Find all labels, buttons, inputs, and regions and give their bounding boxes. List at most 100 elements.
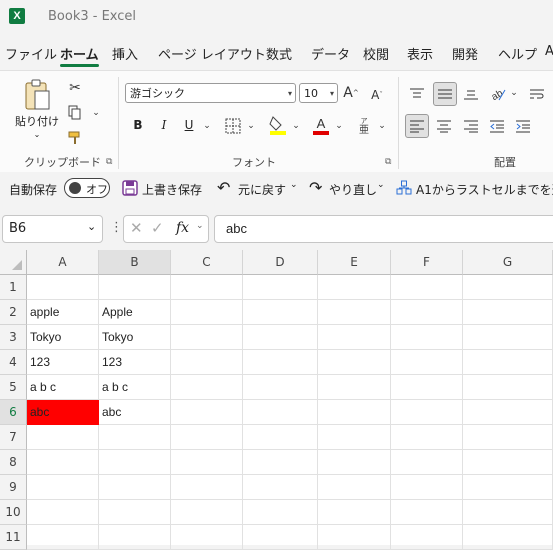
cell-a5[interactable]: a b c: [27, 375, 99, 400]
cell-c7[interactable]: [171, 425, 243, 450]
underline-button[interactable]: U: [181, 116, 197, 134]
formula-input[interactable]: abc: [214, 215, 553, 243]
chevron-down-icon[interactable]: ⌄: [290, 118, 302, 134]
name-box[interactable]: B6 ⌄: [2, 215, 103, 243]
tab-file[interactable]: ファイル: [5, 44, 57, 63]
insert-function-icon[interactable]: fx: [176, 220, 189, 236]
tab-insert[interactable]: 挿入: [112, 44, 138, 63]
cell-d8[interactable]: [243, 450, 318, 475]
align-center-icon[interactable]: [433, 115, 455, 137]
cell-b8[interactable]: [99, 450, 171, 475]
cell-d5[interactable]: [243, 375, 318, 400]
row-header-9[interactable]: 9: [0, 475, 27, 500]
column-header-b[interactable]: B: [99, 250, 171, 275]
cell-g10[interactable]: [463, 500, 553, 525]
cell-c2[interactable]: [171, 300, 243, 325]
cell-e9[interactable]: [318, 475, 391, 500]
cell-d6[interactable]: [243, 400, 318, 425]
cell-g3[interactable]: [463, 325, 553, 350]
decrease-font-size-icon[interactable]: Aˇ: [368, 85, 386, 105]
cell-b11[interactable]: [99, 525, 171, 550]
undo-button[interactable]: 元に戻す: [238, 181, 286, 198]
cell-d7[interactable]: [243, 425, 318, 450]
redo-icon[interactable]: ↷: [309, 179, 327, 197]
tab-developer[interactable]: 開発: [452, 44, 478, 63]
align-left-icon[interactable]: [405, 114, 429, 138]
tab-view[interactable]: 表示: [407, 44, 433, 63]
chevron-down-icon[interactable]: ⌄: [90, 104, 102, 122]
cell-e11[interactable]: [318, 525, 391, 550]
cell-c8[interactable]: [171, 450, 243, 475]
cell-c10[interactable]: [171, 500, 243, 525]
orientation-icon[interactable]: ab: [487, 83, 509, 105]
cell-f4[interactable]: [391, 350, 463, 375]
row-header-1[interactable]: 1: [0, 275, 27, 300]
cell-c4[interactable]: [171, 350, 243, 375]
cell-e5[interactable]: [318, 375, 391, 400]
enter-icon[interactable]: ✓: [151, 219, 164, 237]
cancel-icon[interactable]: ✕: [130, 219, 143, 237]
tab-data[interactable]: データ: [311, 44, 350, 63]
cell-f2[interactable]: [391, 300, 463, 325]
tab-home[interactable]: ホーム: [60, 44, 99, 67]
cell-a2[interactable]: apple: [27, 300, 99, 325]
tab-review[interactable]: 校閲: [363, 44, 389, 63]
cut-icon[interactable]: ✂: [66, 79, 84, 97]
cell-e2[interactable]: [318, 300, 391, 325]
row-header-6[interactable]: 6: [0, 400, 27, 425]
cell-a9[interactable]: [27, 475, 99, 500]
column-header-f[interactable]: F: [391, 250, 463, 275]
chevron-down-icon[interactable]: ⌄: [376, 118, 388, 134]
cell-d3[interactable]: [243, 325, 318, 350]
cell-c11[interactable]: [171, 525, 243, 550]
cell-f6[interactable]: [391, 400, 463, 425]
cell-g11[interactable]: [463, 525, 553, 550]
select-all-corner[interactable]: [0, 250, 27, 275]
cell-a6[interactable]: abc: [27, 400, 99, 425]
dialog-launcher-icon[interactable]: ⧉: [106, 157, 112, 167]
row-header-7[interactable]: 7: [0, 425, 27, 450]
cell-f5[interactable]: [391, 375, 463, 400]
bold-button[interactable]: B: [130, 116, 146, 134]
align-bottom-icon[interactable]: [460, 83, 482, 105]
decrease-indent-icon[interactable]: [486, 115, 508, 137]
row-header-2[interactable]: 2: [0, 300, 27, 325]
paste-button[interactable]: 貼り付け: [14, 113, 60, 129]
tab-more[interactable]: A: [545, 44, 553, 59]
column-header-e[interactable]: E: [318, 250, 391, 275]
chevron-down-icon[interactable]: ⌄: [508, 85, 520, 101]
align-top-icon[interactable]: [406, 83, 428, 105]
cell-b1[interactable]: [99, 275, 171, 300]
chevron-down-icon[interactable]: ⌄: [377, 180, 385, 190]
cell-g6[interactable]: [463, 400, 553, 425]
cell-f7[interactable]: [391, 425, 463, 450]
cell-g9[interactable]: [463, 475, 553, 500]
cell-c9[interactable]: [171, 475, 243, 500]
cell-a3[interactable]: Tokyo: [27, 325, 99, 350]
cell-g7[interactable]: [463, 425, 553, 450]
format-painter-icon[interactable]: [66, 129, 84, 147]
cell-b4[interactable]: 123: [99, 350, 171, 375]
cell-c1[interactable]: [171, 275, 243, 300]
cell-b6[interactable]: abc: [99, 400, 171, 425]
cell-d1[interactable]: [243, 275, 318, 300]
save-button[interactable]: 上書き保存: [142, 181, 202, 198]
cell-c5[interactable]: [171, 375, 243, 400]
cell-a8[interactable]: [27, 450, 99, 475]
chevron-down-icon[interactable]: ⌄: [290, 180, 298, 190]
cell-e3[interactable]: [318, 325, 391, 350]
dialog-launcher-icon[interactable]: ⧉: [385, 157, 391, 167]
cell-g4[interactable]: [463, 350, 553, 375]
cell-d10[interactable]: [243, 500, 318, 525]
cell-g2[interactable]: [463, 300, 553, 325]
select-range-icon[interactable]: [396, 180, 412, 196]
column-header-c[interactable]: C: [171, 250, 243, 275]
font-color-icon[interactable]: A: [311, 115, 331, 135]
font-name-combo[interactable]: 游ゴシック ▾: [125, 83, 296, 103]
redo-button[interactable]: やり直し: [329, 181, 377, 198]
cell-f9[interactable]: [391, 475, 463, 500]
more-options-icon[interactable]: ⋮: [110, 220, 123, 235]
undo-icon[interactable]: ↶: [217, 179, 235, 197]
cell-b10[interactable]: [99, 500, 171, 525]
cell-a11[interactable]: [27, 525, 99, 550]
